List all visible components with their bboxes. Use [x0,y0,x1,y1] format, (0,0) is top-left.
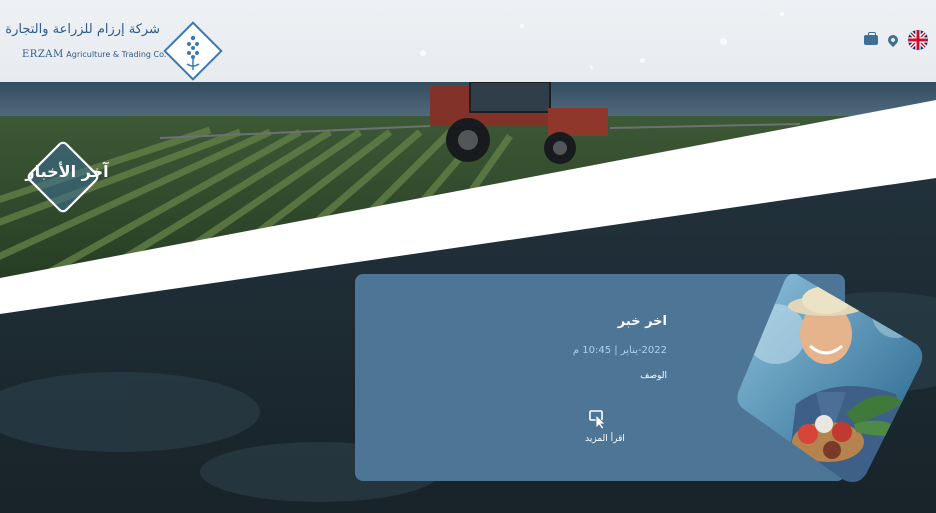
pointer-click-icon [589,410,606,430]
company-name-arabic: شركة إرزام للزراعة والتجارة [5,22,160,37]
logo-wheat-icon [186,35,200,70]
company-name-english: ERZAM Agriculture & Trading Co. [22,49,166,60]
company-logo[interactable]: شركة إرزام للزراعة والتجارة ERZAM Agricu… [5,12,223,81]
uk-flag-icon[interactable] [908,30,928,50]
read-more-button[interactable]: اقرأ المزيد [575,410,635,450]
decor-dot [590,66,593,69]
news-date: 2022-يناير | 10:45 م [572,345,667,356]
news-title[interactable]: اخر خبر [618,314,667,329]
section-badge: آخر الأخبار [25,139,109,215]
decor-dot [520,24,524,28]
site-header: شركة إرزام للزراعة والتجارة ERZAM Agricu… [0,0,936,82]
brand-subtitle: Agriculture & Trading Co. [66,50,167,59]
news-image [737,274,923,482]
decor-dot [720,38,727,45]
location-pin-icon[interactable] [885,32,901,48]
brand-name: ERZAM [22,49,64,60]
decor-dot [640,58,645,63]
section-title: آخر الأخبار [25,162,109,181]
decor-dot [420,50,426,56]
header-icons [864,30,928,50]
decor-dot [780,12,784,16]
news-description: الوصف [640,371,667,381]
briefcase-icon[interactable] [864,32,878,45]
news-hero: آخر الأخبار اخر خبر 2022-يناير | 10:45 م… [0,82,936,513]
read-more-label: اقرأ المزيد [585,434,625,444]
